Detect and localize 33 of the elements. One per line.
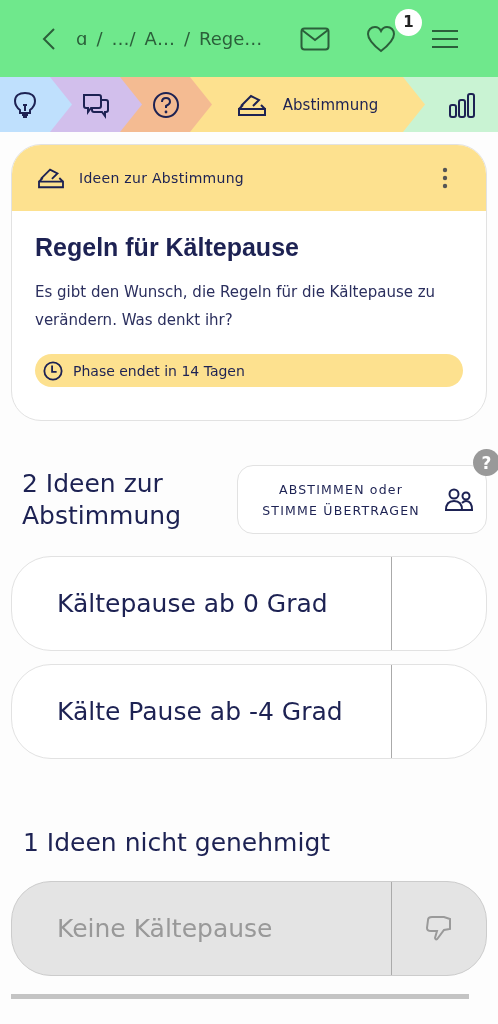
phase-tab[interactable]: Abstimmung bbox=[190, 77, 403, 132]
section-heading: 1 Ideen nicht genehmigt bbox=[23, 827, 332, 859]
breadcrumb[interactable]: …/ bbox=[111, 28, 136, 49]
clock-icon bbox=[43, 360, 63, 381]
idea-card[interactable]: Kälte Pause ab -4 Grad bbox=[11, 664, 487, 759]
mail-icon[interactable] bbox=[300, 26, 330, 51]
bar-chart-icon bbox=[447, 90, 476, 119]
idea-card[interactable]: Kältepause ab 0 Grad bbox=[11, 556, 487, 651]
help-badge[interactable]: ? bbox=[473, 449, 498, 476]
question-mark-icon bbox=[152, 90, 180, 119]
notification-badge: 1 bbox=[395, 8, 422, 36]
menu-icon[interactable] bbox=[432, 28, 458, 49]
phase-tab[interactable] bbox=[0, 77, 50, 132]
breadcrumb[interactable]: / bbox=[96, 28, 103, 49]
breadcrumb[interactable]: Rege… bbox=[199, 28, 263, 49]
people-icon bbox=[444, 486, 474, 513]
idea-title: Keine Kältepause bbox=[56, 913, 274, 945]
card-description: Es gibt den Wunsch, die Regeln für die Kältepause zu verändern. Was denkt ihr? bbox=[35, 282, 437, 331]
breadcrumb[interactable]: A… bbox=[144, 28, 175, 49]
heart-icon[interactable] bbox=[366, 24, 396, 53]
breadcrumb[interactable]: / bbox=[183, 28, 190, 49]
ballot-box-icon bbox=[37, 166, 65, 190]
lightbulb-icon bbox=[13, 90, 37, 119]
idea-title: Kältepause ab 0 Grad bbox=[56, 588, 329, 620]
card-title: Regeln für Kältepause bbox=[35, 233, 300, 262]
idea-title: Kälte Pause ab -4 Grad bbox=[56, 696, 344, 728]
more-options-icon[interactable] bbox=[442, 167, 448, 189]
section-heading: 2 Ideen zur Abstimmung bbox=[22, 467, 182, 532]
back-icon[interactable] bbox=[42, 26, 56, 51]
phase-note-text: Phase endet in 14 Tagen bbox=[73, 362, 245, 379]
breadcrumb[interactable]: ɑ bbox=[76, 28, 88, 49]
phase-tab[interactable] bbox=[403, 77, 498, 132]
card-header-title: Ideen zur Abstimmung bbox=[79, 170, 246, 186]
